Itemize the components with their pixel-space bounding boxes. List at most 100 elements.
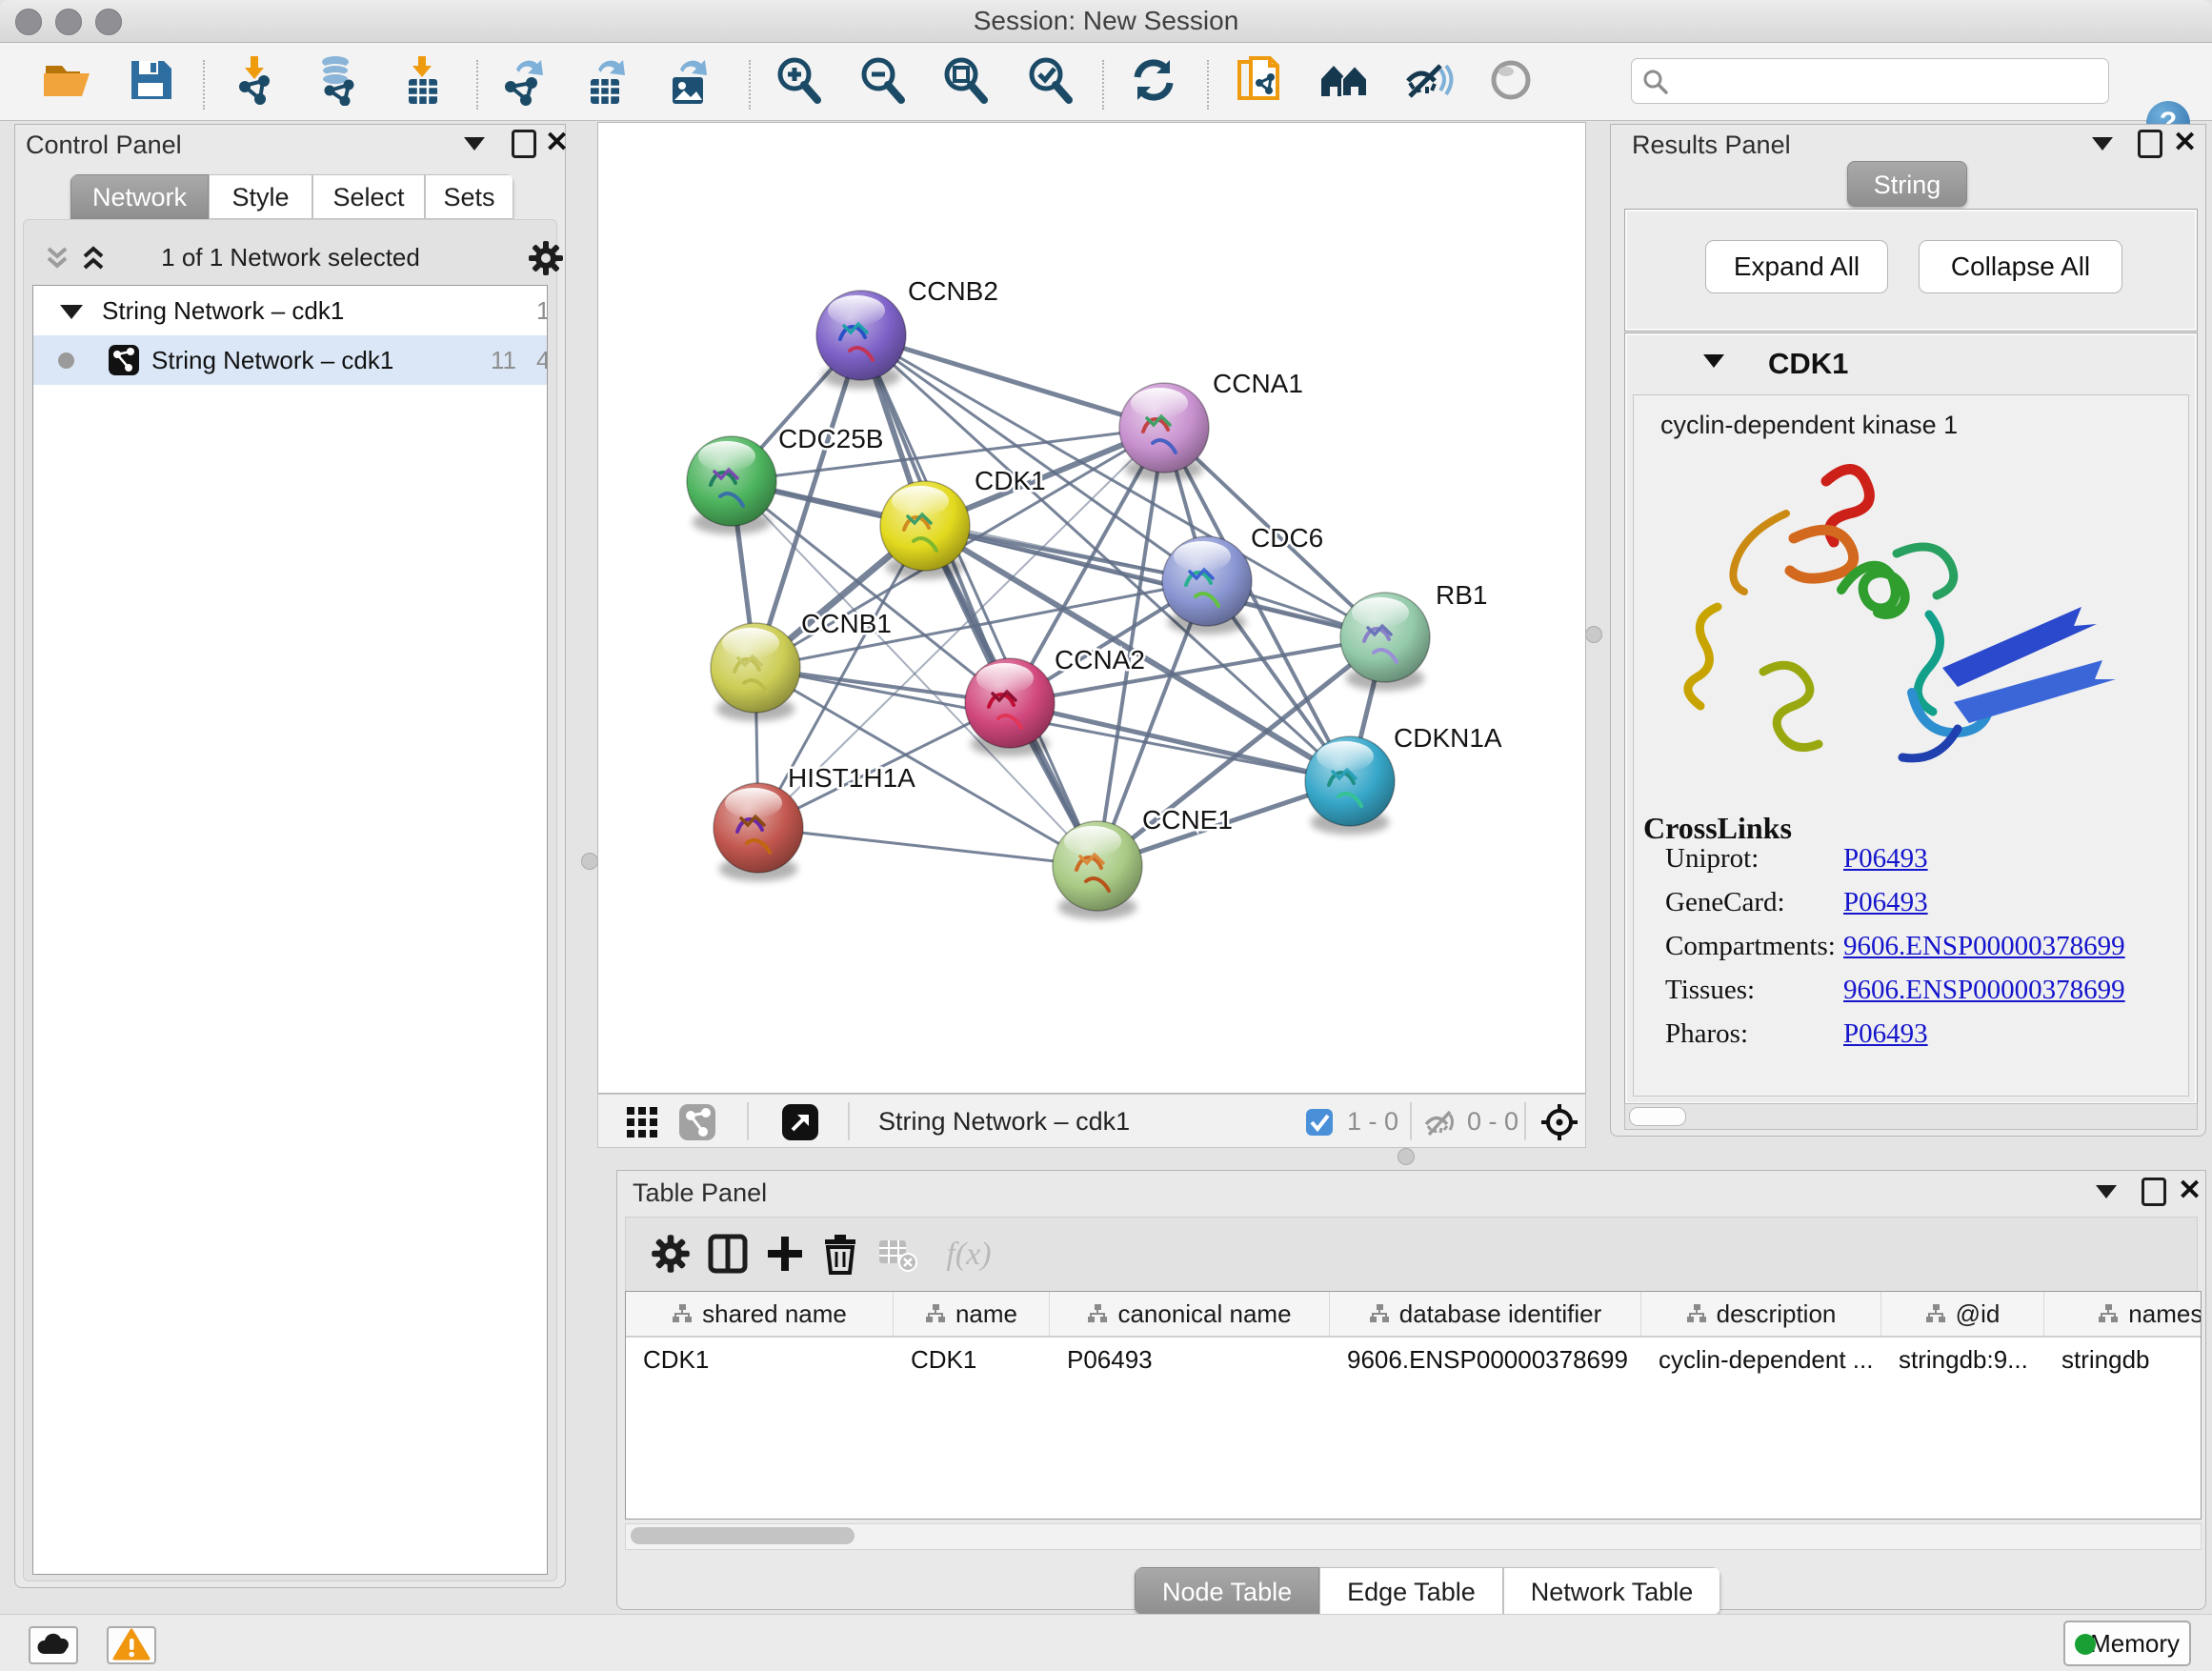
- table-cell[interactable]: 9606.ENSP00000378699: [1330, 1338, 1641, 1381]
- zoom-selected-button[interactable]: [1024, 54, 1076, 106]
- zoom-out-button[interactable]: [856, 54, 908, 106]
- panel-menu-caret-icon[interactable]: [2096, 1185, 2117, 1198]
- crosslink-link[interactable]: 9606.ENSP00000378699: [1843, 975, 2125, 1006]
- expand-all-button[interactable]: Expand All: [1705, 240, 1888, 293]
- export-network-button[interactable]: [499, 54, 551, 106]
- table-cell[interactable]: P06493: [1050, 1338, 1330, 1381]
- hide-selected-button[interactable]: [1402, 54, 1454, 106]
- tab-string[interactable]: String: [1847, 161, 1967, 207]
- save-session-button[interactable]: [125, 54, 176, 106]
- node-HIST1H1A[interactable]: [714, 783, 803, 881]
- node-CDC6[interactable]: [1162, 536, 1252, 634]
- open-in-new-window-icon[interactable]: [781, 1103, 819, 1141]
- table-hscrollbar[interactable]: [625, 1523, 2202, 1550]
- tab-edge-table[interactable]: Edge Table: [1319, 1567, 1503, 1615]
- node-CDKN1A[interactable]: [1305, 736, 1395, 835]
- node-CCNB1[interactable]: [711, 623, 800, 721]
- tab-sets[interactable]: Sets: [425, 174, 513, 219]
- panel-float-icon[interactable]: [512, 130, 536, 158]
- results-hscrollbar[interactable]: [1624, 1103, 2198, 1130]
- table-cell[interactable]: CDK1: [626, 1338, 894, 1381]
- node-CDC25B[interactable]: [687, 436, 776, 534]
- tab-select[interactable]: Select: [312, 174, 425, 219]
- horizontal-splitter-handle[interactable]: [1398, 1148, 1415, 1165]
- edge-CCNA2-CDKN1A[interactable]: [1010, 703, 1350, 781]
- open-session-button[interactable]: [41, 54, 92, 106]
- column-header-shared-name[interactable]: shared name: [626, 1292, 894, 1336]
- show-columns-button[interactable]: [702, 1229, 754, 1280]
- zoom-in-button[interactable]: [773, 54, 824, 106]
- tab-node-table[interactable]: Node Table: [1135, 1567, 1319, 1615]
- crosslink-link[interactable]: 9606.ENSP00000378699: [1843, 931, 2125, 962]
- table-cell[interactable]: cyclin-dependent ...: [1641, 1338, 1881, 1381]
- vertical-splitter-handle[interactable]: [1585, 626, 1602, 643]
- import-network-button[interactable]: [231, 54, 283, 106]
- gear-icon[interactable]: [527, 239, 565, 277]
- node-CCNA2[interactable]: [965, 658, 1055, 756]
- edge-HIST1H1A-CCNE1[interactable]: [758, 828, 1097, 866]
- panel-close-icon[interactable]: ✕: [2173, 129, 2197, 157]
- network-overview-icon[interactable]: [678, 1103, 716, 1141]
- results-hscrollbar-thumb[interactable]: [1629, 1107, 1686, 1126]
- vertical-splitter-handle[interactable]: [581, 853, 598, 870]
- tab-network[interactable]: Network: [70, 174, 209, 219]
- collapse-all-chevrons-icon[interactable]: [41, 243, 73, 275]
- network-collection-row[interactable]: String Network – cdk1 1: [33, 286, 547, 335]
- node-CCNE1[interactable]: [1053, 821, 1142, 919]
- warnings-button[interactable]: [107, 1626, 156, 1664]
- panel-menu-caret-icon[interactable]: [2092, 137, 2113, 151]
- column-header-namespace[interactable]: namespace: [2044, 1292, 2202, 1336]
- grid-view-icon[interactable]: [625, 1105, 659, 1139]
- edge-CCNB2-CCNA1[interactable]: [861, 335, 1164, 428]
- zoom-fit-button[interactable]: [939, 54, 991, 106]
- statusbar-divider: [1410, 1102, 1412, 1140]
- crosslink-link[interactable]: P06493: [1843, 843, 1928, 875]
- crosslink-link[interactable]: P06493: [1843, 1018, 1928, 1050]
- gene-entry-header[interactable]: CDK1: [1625, 337, 2197, 393]
- import-network-from-database-button[interactable]: [312, 54, 364, 106]
- search-input[interactable]: [1678, 61, 2101, 99]
- entry-collapse-caret-icon[interactable]: [1703, 354, 1724, 368]
- table-cell[interactable]: CDK1: [894, 1338, 1050, 1381]
- expand-all-chevrons-icon[interactable]: [77, 243, 110, 275]
- node-CCNA1[interactable]: [1119, 383, 1209, 481]
- table-settings-button[interactable]: [645, 1229, 696, 1280]
- network-row-selected[interactable]: String Network – cdk1 11 48: [33, 335, 547, 385]
- memory-button[interactable]: Memory: [2063, 1621, 2191, 1666]
- table-cell[interactable]: stringdb: [2044, 1338, 2202, 1381]
- node-CDK1[interactable]: [880, 481, 970, 579]
- table-hscrollbar-thumb[interactable]: [631, 1527, 855, 1544]
- column-header-canonical-name[interactable]: canonical name: [1050, 1292, 1330, 1336]
- selected-checkbox-icon[interactable]: [1305, 1108, 1334, 1137]
- refresh-button[interactable]: [1128, 54, 1179, 106]
- panel-close-icon[interactable]: ✕: [2178, 1177, 2202, 1205]
- network-canvas[interactable]: CCNB2CCNA1CDC25BCDK1CDC6RB1CCNB1CCNA2CDK…: [597, 122, 1586, 1094]
- node-RB1[interactable]: [1340, 593, 1430, 691]
- column-header-database-identifier[interactable]: database identifier: [1330, 1292, 1641, 1336]
- birds-eye-toggle-icon[interactable]: [1539, 1102, 1579, 1142]
- export-image-button[interactable]: [663, 54, 714, 106]
- create-column-button[interactable]: [759, 1229, 811, 1280]
- panel-menu-caret-icon[interactable]: [464, 137, 485, 151]
- tree-collapse-caret-icon[interactable]: [60, 305, 83, 319]
- import-table-button[interactable]: [397, 54, 449, 106]
- tab-network-table[interactable]: Network Table: [1503, 1567, 1721, 1615]
- column-header-description[interactable]: description: [1641, 1292, 1881, 1336]
- column-header-name[interactable]: name: [894, 1292, 1050, 1336]
- panel-float-icon[interactable]: [2138, 130, 2162, 158]
- tab-style[interactable]: Style: [209, 174, 312, 219]
- panel-float-icon[interactable]: [2142, 1178, 2166, 1206]
- export-table-button[interactable]: [581, 54, 633, 106]
- column-header--id[interactable]: @id: [1881, 1292, 2044, 1336]
- show-hidden-button[interactable]: [1485, 54, 1537, 106]
- table-row[interactable]: CDK1CDK1P064939606.ENSP00000378699cyclin…: [626, 1338, 2201, 1381]
- node-CCNB2[interactable]: [816, 291, 906, 389]
- first-neighbors-button[interactable]: [1318, 54, 1370, 106]
- collapse-all-button[interactable]: Collapse All: [1919, 240, 2122, 293]
- table-cell[interactable]: stringdb:9...: [1881, 1338, 2044, 1381]
- panel-close-icon[interactable]: ✕: [545, 129, 569, 157]
- clone-network-button[interactable]: [1234, 54, 1285, 106]
- delete-column-button[interactable]: [814, 1229, 866, 1280]
- cloud-status-button[interactable]: [29, 1626, 78, 1664]
- crosslink-link[interactable]: P06493: [1843, 887, 1928, 918]
